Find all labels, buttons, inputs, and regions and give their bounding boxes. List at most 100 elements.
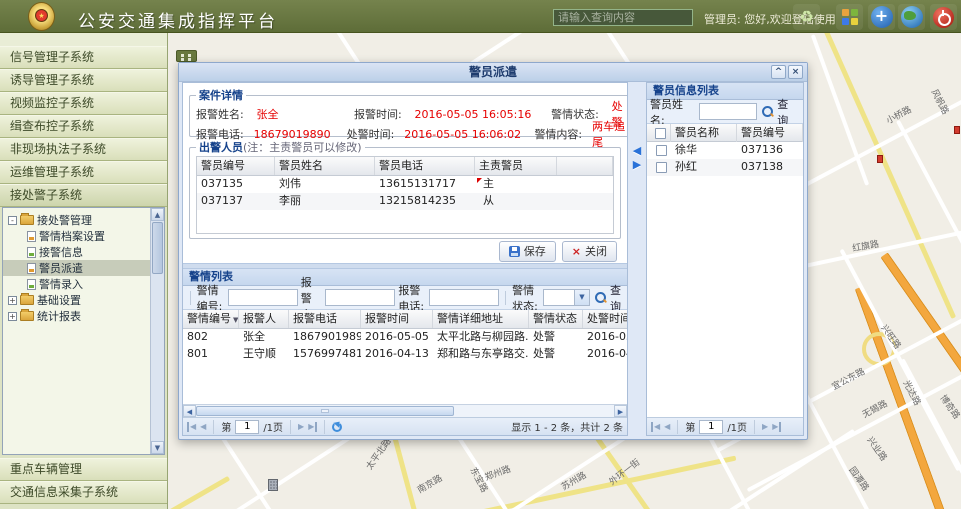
tree-node-basic-settings[interactable]: + 基础设置 [3,292,164,308]
column-header[interactable]: 警情详细地址 [433,310,529,328]
collapse-icon[interactable]: ^ [771,65,786,79]
scroll-up-icon[interactable]: ▲ [151,208,164,221]
sidebar-item-guidance[interactable]: 诱导管理子系统 [0,69,167,92]
cell-lead-flag[interactable]: 主 [475,176,557,193]
transfer-left-arrow[interactable]: ◀ [628,144,646,158]
cell-lead-flag[interactable]: 从 [475,193,557,210]
caller-name-input[interactable] [325,289,395,306]
scroll-left-icon[interactable]: ◀ [183,405,196,417]
map-panel-toggle-icon[interactable] [176,50,197,62]
last-page-icon[interactable]: ▶ [308,422,317,432]
column-header[interactable]: 警员名称 [671,124,737,142]
column-header[interactable]: 警情状态 [529,310,583,328]
alarm-row[interactable]: 802 张全 18679019890 2016-05-05 16:... 太平北… [183,329,627,346]
column-header[interactable]: 警员姓名 [275,157,375,175]
refresh-icon[interactable] [332,422,342,432]
cell-officer-phone: 13615131717 [375,176,475,193]
tree-leaf-alarm-entry[interactable]: 警情录入 [3,276,164,292]
cell: 2016-05-05 16:06... [583,329,627,346]
sidebar-item-signal[interactable]: 信号管理子系统 [0,46,167,69]
officer-name-input[interactable] [699,103,757,120]
tree-scrollbar[interactable]: ▲ ▼ [150,208,164,454]
alarm-status-select[interactable]: ▼ [543,289,590,306]
checkbox-icon[interactable] [656,162,667,173]
prev-page-icon[interactable]: ◀ [200,422,206,432]
last-page-icon[interactable]: ▶ [772,422,781,432]
scrollbar-thumb[interactable] [152,222,163,274]
dispatch-row[interactable]: 037137 李丽 13215814235 从 [197,193,613,210]
column-header[interactable]: 报警人 [239,310,289,328]
expand-plus-icon[interactable]: + [8,312,17,321]
global-search-input[interactable] [553,9,693,26]
dispatch-grid-header[interactable]: 警员编号 警员姓名 警员电话 主责警员 [197,157,613,176]
first-page-icon[interactable]: ◀ [651,422,660,432]
chevron-down-icon[interactable]: ▼ [574,290,589,305]
checkbox-icon[interactable] [655,128,666,139]
sidebar-item-traffic-collection[interactable]: 交通信息采集子系统 [0,481,167,504]
checkbox-icon[interactable] [656,145,667,156]
column-header[interactable]: 警员编号 [737,124,803,142]
cell: 处警 [529,329,583,346]
column-header[interactable]: 报警时间 [361,310,433,328]
next-page-icon[interactable]: ▶ [762,422,768,432]
expand-plus-icon[interactable]: + [8,296,17,305]
scrollbar-thumb[interactable] [196,406,454,416]
column-header[interactable]: 主责警员 [475,157,557,175]
alarm-filter-toolbar: 警情编号: 报警人: 报警电话: 警情状态: ▼ 查询 [183,286,627,310]
close-icon[interactable]: × [788,65,803,79]
dispatch-legend: 出警人员(注：主责警员可以修改) [196,139,365,155]
sidebar-item-ops[interactable]: 运维管理子系统 [0,161,167,184]
alarm-row[interactable]: 801 王守顺 15769974813 2016-04-13 12:... 郑和… [183,346,627,363]
officer-row[interactable]: 徐华 037136 [647,142,803,159]
collapse-minus-icon[interactable]: - [8,216,17,225]
sidebar: 信号管理子系统 诱导管理子系统 视频监控子系统 缉查布控子系统 非现场执法子系统… [0,33,168,509]
first-page-icon[interactable]: ◀ [187,422,196,432]
logout-button[interactable] [930,4,957,30]
officer-row[interactable]: 孙红 037138 [647,159,803,176]
column-header[interactable]: 警员电话 [375,157,475,175]
sidebar-item-offsite[interactable]: 非现场执法子系统 [0,138,167,161]
page-number-input[interactable] [699,420,723,434]
transfer-right-arrow[interactable]: ▶ [628,158,646,172]
sidebar-item-inspection[interactable]: 缉查布控子系统 [0,115,167,138]
scroll-down-icon[interactable]: ▼ [151,441,164,454]
map-mode-button[interactable] [898,4,925,30]
close-button[interactable]: × 关闭 [562,241,617,262]
modules-button[interactable] [836,4,863,30]
sidebar-item-dispatch-system[interactable]: 接处警子系统 [0,184,167,207]
tree-leaf-archive[interactable]: 警情档案设置 [3,228,164,244]
alarm-id-input[interactable] [228,289,298,306]
select-all-checkbox[interactable] [647,124,671,142]
officer-search-button[interactable]: 查询 [760,96,800,128]
recycle-button[interactable]: ♻ [793,4,820,30]
dispatch-row[interactable]: 037135 刘伟 13615131717 主 [197,176,613,193]
alarm-search-button[interactable]: 查询 [593,282,623,314]
cell-empty [557,176,613,193]
toolbar-separator [213,420,214,434]
toolbar-separator [190,291,191,305]
alarm-grid-header[interactable]: 警情编号▼ 报警人 报警电话 报警时间 警情详细地址 警情状态 处警时间 [183,310,627,329]
add-button[interactable]: + [868,4,895,30]
column-header[interactable]: 警员编号 [197,157,275,175]
tree-node-reports[interactable]: + 统计报表 [3,308,164,324]
column-header[interactable]: 处警时间 [583,310,627,328]
next-page-icon[interactable]: ▶ [298,422,304,432]
scroll-right-icon[interactable]: ▶ [614,405,627,417]
sidebar-item-key-vehicles[interactable]: 重点车辆管理 [0,458,167,481]
officer-grid-header[interactable]: 警员名称 警员编号 [647,124,803,142]
sidebar-item-video[interactable]: 视频监控子系统 [0,92,167,115]
page-number-input[interactable] [235,420,259,434]
tree-leaf-alarm-info[interactable]: 接警信息 [3,244,164,260]
column-header[interactable]: 报警电话 [289,310,361,328]
alarm-pagination-bar: ◀ ◀ 第 /1页 ▶ ▶ 显示 1 - 2 条，共计 2 条 [183,417,627,435]
filter-label: 警情编号: [197,282,225,314]
save-button[interactable]: 保存 [499,241,556,262]
tree-node-root[interactable]: - 接处警管理 [3,212,164,228]
horizontal-scrollbar[interactable]: ◀ ▶ [183,404,627,417]
map-road-label: 南京路 [415,471,445,496]
prev-page-icon[interactable]: ◀ [664,422,670,432]
dialog-titlebar[interactable]: 警员派遣 ^ × [179,63,807,82]
tree-leaf-dispatch-selected[interactable]: 警员派遣 [3,260,164,276]
column-header-sorted[interactable]: 警情编号▼ [183,310,239,328]
caller-phone-input[interactable] [429,289,499,306]
